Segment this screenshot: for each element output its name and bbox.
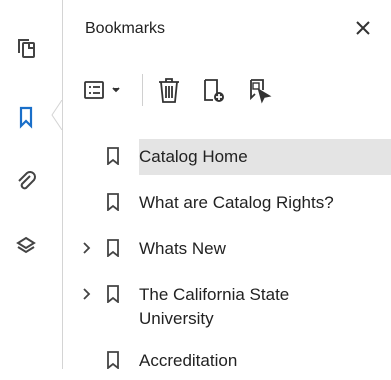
navigation-rail	[0, 0, 63, 369]
new-bookmark-button[interactable]	[193, 70, 233, 110]
options-menu-button[interactable]	[81, 70, 131, 110]
bookmark-label: Catalog Home	[139, 147, 248, 166]
bookmark-label: What are Catalog Rights?	[139, 193, 334, 212]
bookmarks-panel: Bookmarks Catalog Home What are Catalog …	[63, 0, 391, 370]
layers-icon[interactable]	[12, 232, 40, 260]
expand-chevron-icon[interactable]	[79, 238, 95, 258]
delete-bookmark-button[interactable]	[151, 70, 187, 110]
bookmarks-toolbar	[81, 70, 391, 110]
toolbar-separator	[142, 74, 143, 106]
bookmark-item-catalog-rights[interactable]: What are Catalog Rights?	[63, 182, 391, 222]
bookmark-icon	[105, 238, 121, 258]
close-button[interactable]	[351, 16, 375, 40]
bookmark-icon	[105, 284, 121, 304]
bookmark-item-catalog-home[interactable]: Catalog Home	[63, 136, 391, 176]
bookmark-label: Whats New	[139, 239, 226, 258]
bookmark-label: Accreditation	[139, 351, 238, 370]
bookmark-label: The California State University	[139, 285, 290, 328]
bookmark-from-selection-button[interactable]	[239, 70, 279, 110]
options-menu-icon	[84, 81, 120, 99]
panel-title: Bookmarks	[85, 20, 166, 37]
bookmark-icon	[105, 350, 121, 370]
pages-icon[interactable]	[12, 34, 40, 62]
attachment-icon[interactable]	[12, 168, 40, 196]
bookmark-icon[interactable]	[12, 103, 40, 131]
bookmark-icon	[105, 146, 121, 166]
bookmark-from-selection-icon	[250, 79, 272, 104]
close-icon	[356, 21, 370, 35]
bookmark-item-whats-new[interactable]: Whats New	[63, 228, 391, 268]
expand-chevron-icon[interactable]	[79, 284, 95, 304]
bookmark-icon	[105, 192, 121, 212]
bookmark-item-california-state-university[interactable]: The California State University	[63, 274, 391, 330]
new-bookmark-icon	[204, 79, 224, 102]
bookmark-item-accreditation[interactable]: Accreditation	[63, 340, 391, 380]
delete-icon	[159, 78, 179, 103]
